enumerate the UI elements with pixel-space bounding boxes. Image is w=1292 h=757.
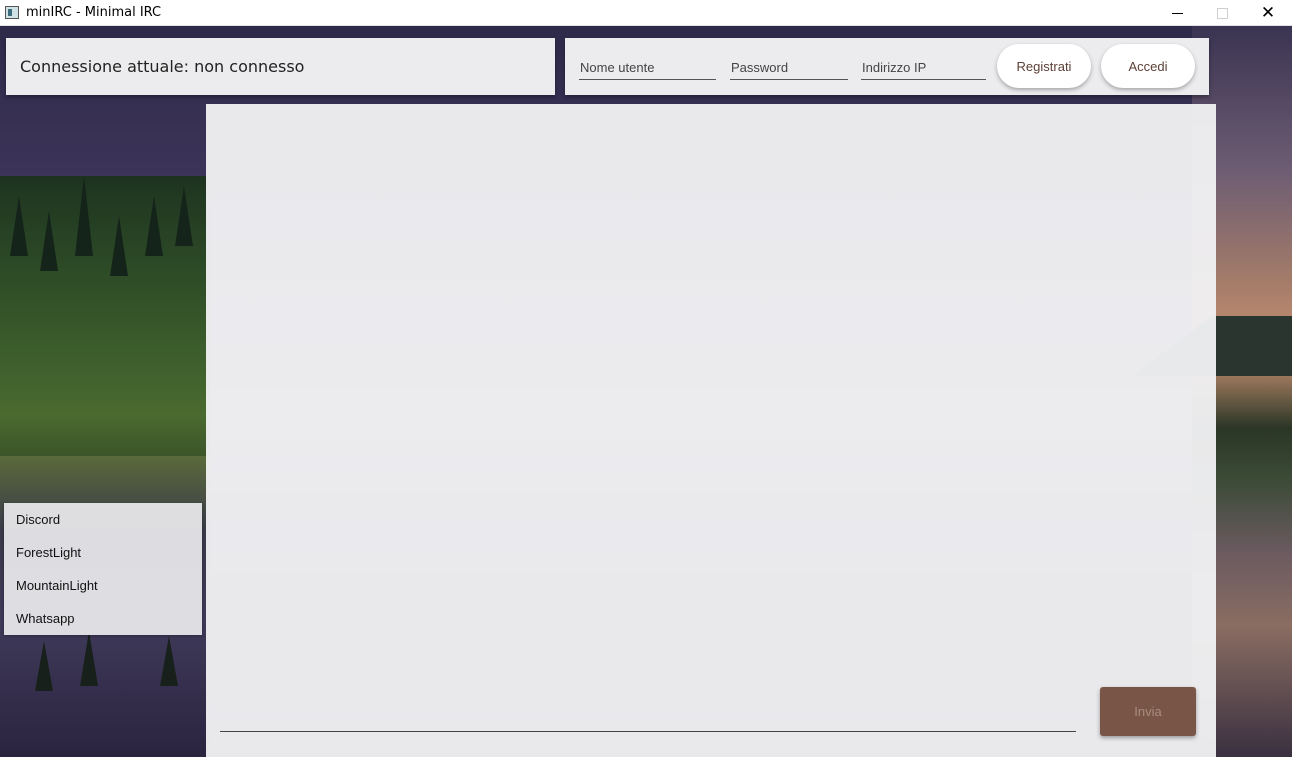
background-tree [10, 196, 28, 256]
background-tree-reflection [80, 631, 98, 686]
login-button[interactable]: Accedi [1101, 44, 1195, 88]
theme-item-discord[interactable]: Discord [4, 503, 202, 536]
close-button[interactable]: ✕ [1245, 0, 1291, 26]
connection-status-panel: Connessione attuale: non connesso [6, 38, 555, 95]
window-title: minIRC - Minimal IRC [26, 5, 162, 20]
password-field-wrapper [730, 56, 849, 80]
username-input[interactable] [579, 56, 717, 78]
minimize-button[interactable] [1154, 0, 1200, 26]
background-tree-reflection [160, 636, 178, 686]
connection-status-text: Connessione attuale: non connesso [20, 57, 305, 76]
theme-item-forestlight[interactable]: ForestLight [4, 536, 202, 569]
minimize-icon [1171, 12, 1183, 14]
app-icon [5, 6, 19, 19]
theme-item-whatsapp[interactable]: Whatsapp [4, 602, 202, 635]
message-input[interactable] [220, 704, 1080, 732]
close-icon: ✕ [1260, 3, 1276, 23]
register-button[interactable]: Registrati [997, 44, 1091, 88]
theme-menu: Discord ForestLight MountainLight Whatsa… [4, 503, 202, 635]
ip-field-wrapper [861, 56, 987, 80]
send-button[interactable]: Invia [1100, 687, 1196, 736]
maximize-button[interactable] [1199, 0, 1245, 26]
background-tree [75, 176, 93, 256]
username-field-wrapper [579, 56, 717, 80]
message-input-underline [220, 731, 1076, 732]
ip-address-input[interactable] [861, 56, 987, 78]
chat-panel: Invia [206, 104, 1216, 757]
background-tree [110, 216, 128, 276]
password-input[interactable] [730, 56, 849, 78]
login-panel: Registrati Accedi [565, 38, 1209, 95]
window-titlebar: minIRC - Minimal IRC ✕ [0, 0, 1292, 26]
background-tree [175, 186, 193, 246]
maximize-icon [1216, 7, 1228, 19]
background-tree-reflection [35, 641, 53, 691]
background-tree [40, 211, 58, 271]
background-tree [145, 196, 163, 256]
theme-item-mountainlight[interactable]: MountainLight [4, 569, 202, 602]
chat-log [216, 114, 1206, 687]
